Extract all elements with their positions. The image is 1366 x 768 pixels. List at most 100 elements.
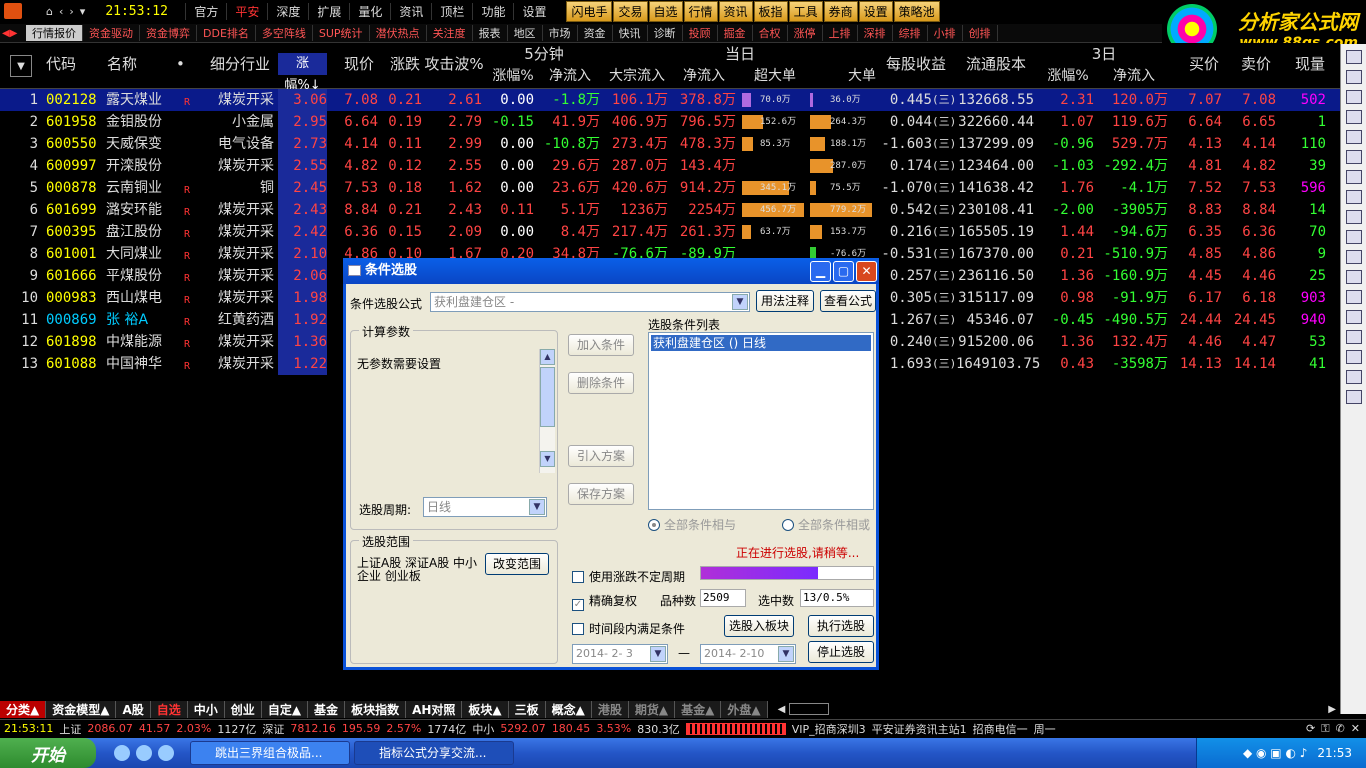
chart-icon[interactable] — [1345, 90, 1362, 104]
header-name[interactable]: 名称 — [104, 53, 140, 75]
close-icon[interactable]: ✕ — [856, 261, 877, 282]
market-tab[interactable]: 中小 — [187, 700, 225, 718]
tab-item[interactable]: 资金博弈 — [140, 25, 197, 41]
status-close-icon[interactable]: ✕ — [1351, 722, 1360, 735]
header-buy[interactable]: 买价 — [1184, 53, 1224, 75]
back-icon[interactable]: ‹ — [59, 5, 63, 18]
export-icon[interactable] — [1345, 350, 1362, 364]
toolbar-button[interactable]: 工具 — [788, 0, 823, 22]
page-icon[interactable] — [1345, 70, 1362, 84]
browser-icon[interactable] — [136, 745, 152, 761]
tab-item[interactable]: DDE排名 — [197, 25, 256, 41]
toolbar-button[interactable]: 板指 — [753, 0, 788, 22]
table-row[interactable]: 7 600395 盘江股份 R 煤炭开采 2.42 6.36 0.15 2.09 0.00 8.4万… — [0, 221, 1340, 243]
tab-item[interactable]: 深排 — [858, 25, 893, 41]
radio-and[interactable]: 全部条件相与 — [648, 516, 736, 533]
header-eps[interactable]: 每股收益 — [880, 53, 952, 75]
maximize-icon[interactable]: ▢ — [833, 261, 854, 282]
table-row[interactable]: 1 002128 露天煤业 R 煤炭开采 3.06 7.08 0.21 2.61 0.00 -1.8… — [0, 89, 1340, 111]
header-vol[interactable]: 现量 — [1290, 53, 1330, 75]
media-icon[interactable] — [158, 745, 174, 761]
menu-item[interactable]: 设置 — [513, 2, 554, 20]
scroll-thumb[interactable] — [540, 367, 555, 427]
settings-icon[interactable] — [1345, 390, 1362, 404]
market-tab[interactable]: 自定▲ — [261, 700, 309, 718]
tab-item[interactable]: 地区 — [508, 25, 543, 41]
grid-icon[interactable] — [1345, 130, 1362, 144]
toolbar-button[interactable]: 策略池 — [893, 0, 940, 22]
tab-item[interactable]: 合权 — [753, 25, 788, 41]
tab-item[interactable]: SUP统计 — [313, 25, 370, 41]
tab-scroll-arrows-icon[interactable]: ◀▶ — [0, 28, 26, 39]
dialog-title-bar[interactable]: 条件选股 ▁ ▢ ✕ — [343, 258, 879, 284]
menu-item[interactable]: 功能 — [472, 2, 513, 20]
params-scrollbar[interactable]: ▲ ▼ — [539, 349, 555, 473]
desktop-icon[interactable] — [114, 745, 130, 761]
market-tab[interactable]: A股 — [116, 700, 151, 718]
bars-icon[interactable] — [1345, 190, 1362, 204]
print-icon[interactable] — [1345, 370, 1362, 384]
status-lock-icon[interactable]: ⚿ — [1321, 722, 1329, 736]
exact-adjust-checkbox[interactable]: ✓ 精确复权 — [572, 592, 637, 611]
dropdown-arrow-icon[interactable]: ▼ — [650, 646, 666, 662]
fx-icon[interactable] — [1345, 230, 1362, 244]
usage-button[interactable]: 用法注释 — [756, 290, 814, 312]
table-row[interactable]: 4 600997 开滦股份 煤炭开采 2.55 4.82 0.12 2.55 0.00 29.6万… — [0, 155, 1340, 177]
taskbar-item-app[interactable]: 跳出三界组合极品... — [190, 741, 350, 765]
market-tab[interactable]: 三板 — [508, 700, 546, 718]
menu-item[interactable]: 资讯 — [390, 2, 431, 20]
minimize-icon[interactable]: ▁ — [810, 261, 831, 282]
start-button[interactable]: 开始 — [0, 738, 96, 768]
table-row[interactable]: 5 000878 云南铜业 R 铜 2.45 7.53 0.18 1.62 0.00 23.6万 42… — [0, 177, 1340, 199]
tab-item[interactable]: 小排 — [928, 25, 963, 41]
header-3day-pct[interactable]: 涨幅% — [1040, 65, 1096, 87]
header-3day-flow[interactable]: 净流入 — [1098, 65, 1170, 87]
market-tab[interactable]: 创业 — [224, 700, 262, 718]
tab-item[interactable]: 行情报价 — [26, 25, 83, 41]
fiz-icon[interactable] — [1345, 210, 1362, 224]
header-sell[interactable]: 卖价 — [1236, 53, 1276, 75]
menu-item[interactable]: 顶栏 — [431, 2, 472, 20]
vip-server[interactable]: VIP_招商深圳3 — [792, 721, 866, 737]
change-range-button[interactable]: 改变范围 — [485, 553, 549, 575]
menu-item[interactable]: 深度 — [267, 2, 308, 20]
scroll-up-icon[interactable]: ▲ — [540, 349, 555, 365]
market-tab[interactable]: 外盘▲ — [721, 700, 768, 718]
cross-icon[interactable] — [1345, 310, 1362, 324]
menu-item[interactable]: 扩展 — [308, 2, 349, 20]
toolbar-button[interactable]: 自选 — [648, 0, 683, 22]
market-tab[interactable]: AH对照 — [406, 700, 463, 718]
menu-item[interactable]: 量化 — [349, 2, 390, 20]
down-icon[interactable]: ▾ — [80, 5, 86, 18]
header-superbig[interactable]: 超大单 — [742, 65, 808, 87]
arrows-icon[interactable] — [1345, 290, 1362, 304]
broker-server[interactable]: 平安证券资讯主站1 — [872, 721, 967, 737]
home-icon[interactable]: ⌂ — [46, 5, 53, 18]
header-big[interactable]: 大单 — [810, 65, 876, 87]
tab-item[interactable]: 涨停 — [788, 25, 823, 41]
forward-icon[interactable]: › — [69, 5, 73, 18]
dropdown-arrow-icon[interactable]: ▼ — [732, 294, 748, 310]
header-pct[interactable]: 涨幅%↓ — [278, 53, 327, 93]
radio-or[interactable]: 全部条件相或 — [782, 516, 870, 533]
header-code[interactable]: 代码 — [44, 53, 78, 75]
toolbar-button[interactable]: 资讯 — [718, 0, 753, 22]
header-day-flow[interactable]: 净流入 — [670, 65, 738, 87]
market-tab[interactable]: 自选 — [150, 700, 188, 718]
etf-icon[interactable] — [1345, 330, 1362, 344]
tab-item[interactable]: 资金 — [578, 25, 613, 41]
tab-item[interactable]: 上排 — [823, 25, 858, 41]
header-bulk[interactable]: 大宗流入 — [604, 65, 670, 87]
market-tab[interactable]: 基金 — [308, 700, 346, 718]
tab-item[interactable]: 综排 — [893, 25, 928, 41]
menu-item[interactable]: 平安 — [226, 2, 267, 20]
tab-item[interactable]: 诊断 — [648, 25, 683, 41]
market-tab[interactable]: 分类▲ — [0, 700, 47, 718]
tab-item[interactable]: 快讯 — [613, 25, 648, 41]
time-range-checkbox[interactable]: 时间段内满足条件 — [572, 620, 685, 637]
tab-item[interactable]: 投顾 — [683, 25, 718, 41]
header-price[interactable]: 现价 — [340, 53, 378, 75]
tab-scroll-right-icon[interactable]: ▶ — [1328, 704, 1336, 715]
tab-scroll-left-icon[interactable]: ◀ — [778, 704, 786, 715]
market-tab[interactable]: 资金模型▲ — [46, 700, 117, 718]
